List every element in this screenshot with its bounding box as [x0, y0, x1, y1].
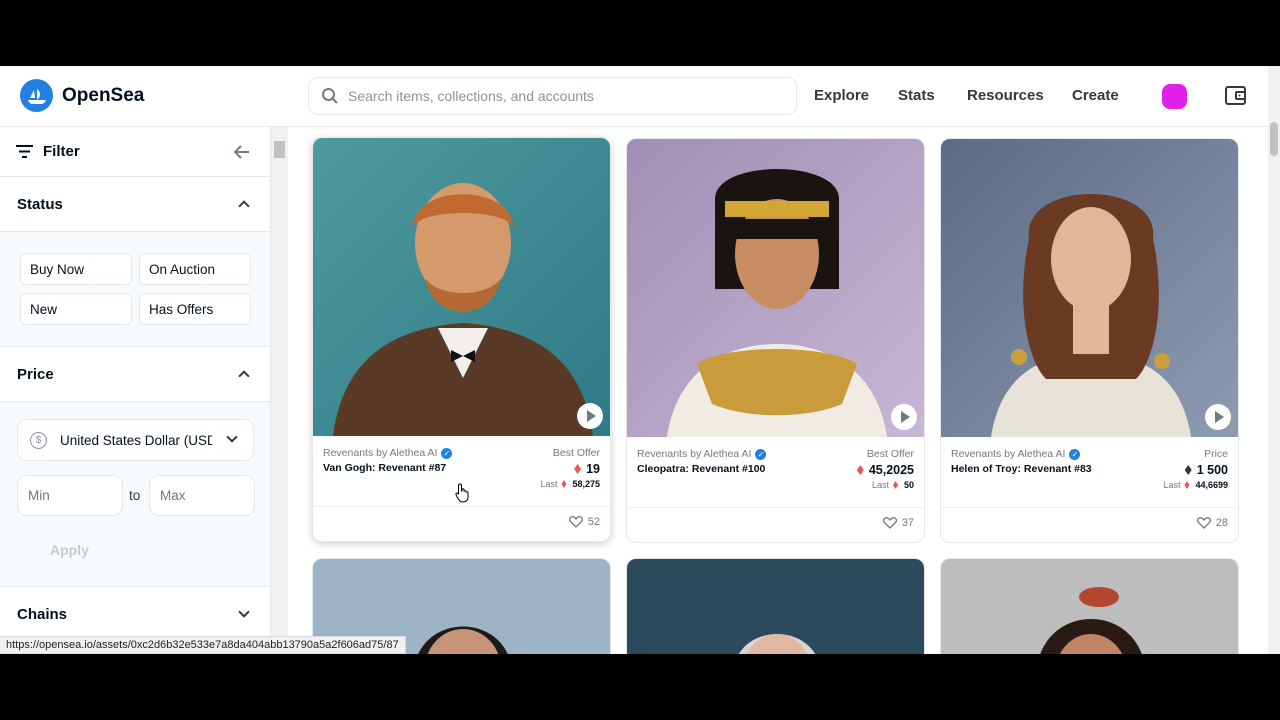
price-section-header[interactable]: Price	[0, 347, 270, 402]
nft-image-portrait	[941, 559, 1238, 654]
favorite-button[interactable]: 37	[882, 517, 914, 529]
nft-card[interactable]: Revenants by Alethea AI ✓ Cleopatra: Reve…	[626, 138, 925, 543]
price-label: Best Offer	[552, 447, 600, 459]
favorite-button[interactable]: 52	[568, 516, 600, 528]
status-new[interactable]: New	[20, 293, 132, 325]
filter-sidebar: Filter Status Buy Now On Auction New Has…	[0, 127, 271, 654]
card-footer	[313, 506, 610, 541]
nft-name[interactable]: Helen of Troy: Revenant #83	[951, 463, 1092, 475]
chains-title: Chains	[17, 605, 68, 623]
play-icon[interactable]	[891, 404, 917, 430]
play-icon[interactable]	[577, 403, 603, 429]
top-navbar: OpenSea Explore Stats Resources Create	[0, 66, 1268, 127]
link-status-bar: https://opensea.io/assets/0xc2d6b32e533e…	[0, 636, 406, 654]
verified-badge-icon: ✓	[1069, 448, 1081, 460]
nft-image-cleopatra	[627, 139, 924, 437]
status-on-auction[interactable]: On Auction	[139, 253, 251, 285]
nft-card[interactable]	[626, 558, 925, 654]
chains-section-header[interactable]: Chains	[0, 587, 270, 642]
to-label: to	[129, 488, 141, 503]
hand-cursor-icon	[455, 483, 469, 503]
filter-label: Filter	[43, 143, 80, 160]
heart-icon	[882, 517, 897, 529]
nft-image-van-gogh	[313, 138, 610, 436]
nft-card[interactable]: Revenants by Alethea AI ✓ Van Gogh: Reven…	[312, 137, 611, 542]
brand-name: OpenSea	[62, 84, 145, 106]
nav-resources[interactable]: Resources	[967, 87, 1044, 104]
price-label: Price	[1204, 448, 1228, 460]
search-icon	[322, 88, 338, 104]
favorite-button[interactable]: 28	[1196, 517, 1228, 529]
profile-avatar[interactable]	[1162, 84, 1187, 109]
price-value: 1 500	[1184, 463, 1228, 477]
weth-icon	[856, 465, 864, 475]
dollar-icon: $	[30, 431, 47, 449]
status-options: Buy Now On Auction New Has Offers	[0, 232, 270, 347]
min-price-input[interactable]	[17, 475, 123, 516]
nft-image-helen-of-troy	[941, 139, 1238, 437]
weth-icon	[574, 464, 582, 474]
search-input[interactable]	[348, 88, 768, 104]
nft-name[interactable]: Cleopatra: Revenant #100	[637, 463, 765, 475]
last-sale: Last 50	[871, 480, 914, 490]
heart-icon	[1196, 517, 1211, 529]
status-section-header[interactable]: Status	[0, 177, 270, 232]
price-value: 19	[574, 462, 600, 476]
filter-header[interactable]: Filter	[0, 127, 270, 177]
nft-card[interactable]: Revenants by Alethea AI ✓ Helen of Troy: …	[940, 138, 1239, 543]
nav-create[interactable]: Create	[1072, 87, 1119, 104]
search-bar[interactable]	[308, 77, 797, 115]
opensea-ship-icon	[20, 79, 53, 112]
opensea-logo[interactable]: OpenSea	[20, 79, 144, 112]
card-footer	[941, 507, 1238, 542]
page-scrollbar[interactable]	[1268, 66, 1280, 654]
card-footer	[627, 507, 924, 542]
nav-explore[interactable]: Explore	[814, 87, 869, 104]
chevron-down-icon	[226, 431, 238, 443]
status-buy-now[interactable]: Buy Now	[20, 253, 132, 285]
filter-icon	[16, 145, 33, 158]
chevron-up-icon	[238, 200, 250, 212]
apply-button[interactable]: Apply	[50, 542, 89, 558]
wallet-icon[interactable]	[1224, 84, 1247, 107]
price-value: 45,2025	[856, 463, 914, 477]
price-label: Best Offer	[866, 448, 914, 460]
weth-icon	[561, 480, 567, 488]
weth-icon	[892, 481, 898, 489]
nft-name[interactable]: Van Gogh: Revenant #87	[323, 462, 446, 474]
status-has-offers[interactable]: Has Offers	[139, 293, 251, 325]
play-icon[interactable]	[1205, 404, 1231, 430]
price-options: $ United States Dollar (USD) to Apply	[0, 402, 270, 587]
collection-name[interactable]: Revenants by Alethea AI ✓	[951, 448, 1081, 460]
browser-viewport: OpenSea Explore Stats Resources Create F…	[0, 66, 1280, 654]
collection-name[interactable]: Revenants by Alethea AI ✓	[323, 447, 453, 459]
chevron-up-icon	[238, 370, 250, 382]
price-title: Price	[17, 365, 54, 383]
currency-value: United States Dollar (USD)	[60, 432, 212, 448]
nft-card[interactable]	[940, 558, 1239, 654]
last-sale: Last 44,6699	[1163, 480, 1228, 490]
collapse-arrow-icon[interactable]	[234, 145, 250, 159]
collection-name[interactable]: Revenants by Alethea AI ✓	[637, 448, 767, 460]
nft-image-portrait	[627, 559, 924, 654]
verified-badge-icon: ✓	[755, 448, 767, 460]
weth-icon	[1184, 481, 1190, 489]
verified-badge-icon: ✓	[441, 447, 453, 459]
currency-select[interactable]: $ United States Dollar (USD)	[17, 419, 254, 461]
sidebar-scrollbar[interactable]	[271, 127, 288, 654]
last-sale: Last 58,275	[540, 479, 600, 489]
chevron-down-icon	[238, 606, 250, 618]
heart-icon	[568, 516, 583, 528]
nav-stats[interactable]: Stats	[898, 87, 935, 104]
status-title: Status	[17, 195, 63, 213]
max-price-input[interactable]	[149, 475, 255, 516]
eth-icon	[1184, 465, 1192, 475]
